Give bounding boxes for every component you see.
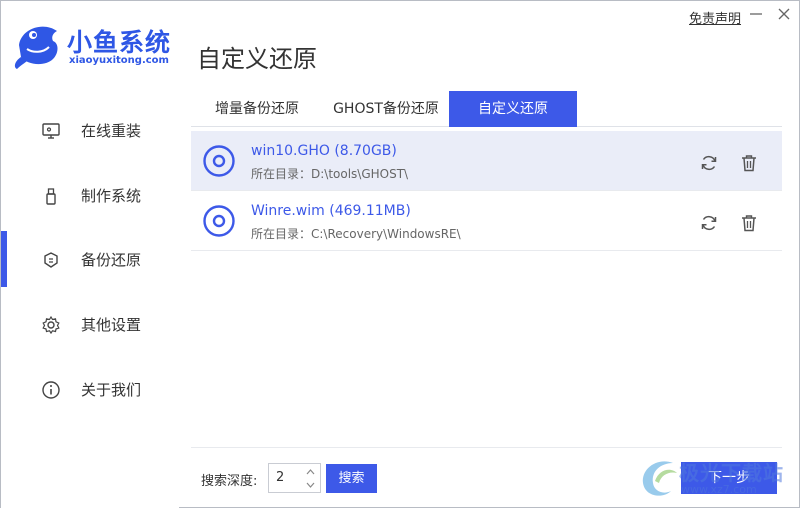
disclaimer-link[interactable]: 免责声明 [689,8,741,27]
sidebar: 小鱼系统 xiaoyuxitong.com 在线重装 制作系统 备份还原 其他设… [1,1,179,508]
refresh-icon[interactable] [699,213,719,233]
search-depth-stepper[interactable]: 2 [268,463,321,493]
stepper-down-icon[interactable] [302,478,319,491]
next-step-button[interactable]: 下一步 [681,462,777,494]
app-name: 小鱼系统 [67,28,172,57]
file-name: Winre.wim (469.11MB) [251,203,411,219]
usb-drive-icon [46,188,56,205]
sidebar-item-online-reinstall[interactable]: 在线重装 [1,102,179,158]
sidebar-item-label: 关于我们 [81,381,142,399]
app-url: xiaoyuxitong.com [69,55,169,66]
sidebar-item-label: 其他设置 [81,316,142,334]
close-icon[interactable] [777,7,791,21]
disc-icon [203,205,235,237]
tab-incremental-backup[interactable]: 增量备份还原 [195,91,319,127]
tab-custom-restore[interactable]: 自定义还原 [449,91,577,127]
info-icon [42,381,60,399]
monitor-icon [42,123,60,139]
page-title: 自定义还原 [197,45,317,73]
file-path: 所在目录：C:\Recovery\WindowsRE\ [251,227,461,241]
search-button[interactable]: 搜索 [326,464,377,493]
list-item[interactable]: Winre.wim (469.11MB) 所在目录：C:\Recovery\Wi… [191,191,782,251]
stepper-up-icon[interactable] [302,465,319,478]
trash-icon[interactable] [739,213,759,233]
search-depth-value[interactable]: 2 [276,470,284,485]
app-logo: 小鱼系统 xiaoyuxitong.com [13,19,183,71]
fish-logo-icon [14,26,58,69]
file-name: win10.GHO (8.70GB) [251,143,397,159]
disc-icon [203,145,235,177]
list-item[interactable]: win10.GHO (8.70GB) 所在目录：D:\tools\GHOST\ [191,131,782,191]
sidebar-item-label: 备份还原 [81,251,142,269]
active-indicator [1,231,7,287]
sidebar-item-backup-restore[interactable]: 备份还原 [1,231,179,287]
app-window: 小鱼系统 xiaoyuxitong.com 在线重装 制作系统 备份还原 其他设… [0,0,800,508]
file-path: 所在目录：D:\tools\GHOST\ [251,167,409,181]
watermark-logo-icon [642,461,677,496]
sidebar-item-about-us[interactable]: 关于我们 [1,361,179,417]
restore-tabs: 增量备份还原 GHOST备份还原 自定义还原 [191,91,782,127]
tab-ghost-backup[interactable]: GHOST备份还原 [321,91,451,127]
sidebar-item-label: 制作系统 [81,187,142,205]
backup-restore-icon [44,252,58,268]
sidebar-item-label: 在线重装 [81,122,142,140]
footer-divider [191,447,782,448]
search-depth-label: 搜索深度: [201,474,258,489]
gear-icon [42,315,60,335]
refresh-icon[interactable] [699,153,719,173]
sidebar-item-other-settings[interactable]: 其他设置 [1,296,179,352]
sidebar-item-make-system[interactable]: 制作系统 [1,167,179,223]
trash-icon[interactable] [739,153,759,173]
minimize-icon[interactable] [749,7,763,21]
